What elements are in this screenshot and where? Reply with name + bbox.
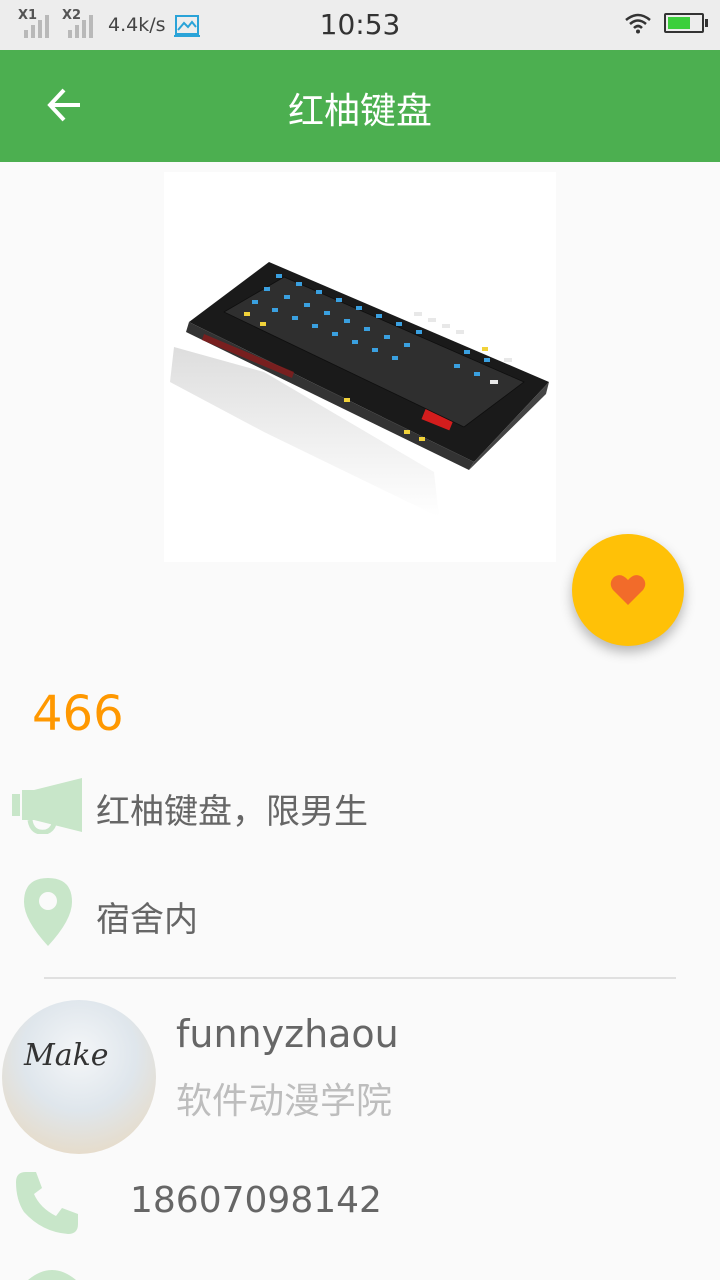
wifi-icon: [625, 13, 651, 34]
phone-icon[interactable]: [14, 1170, 80, 1236]
clock: 10:53: [319, 8, 401, 41]
favorite-button[interactable]: [572, 534, 684, 646]
screen: X1 X2 4.4k/s 10:53 红柚键盘 466 红柚键盘，限男生 宿舍内…: [0, 0, 720, 1280]
seller-username: funnyzhaou: [176, 1012, 399, 1056]
seller-phone[interactable]: 18607098142: [130, 1180, 382, 1221]
seller-school: 软件动漫学院: [176, 1081, 393, 1122]
product-image: [164, 172, 556, 562]
app-bar: 红柚键盘: [0, 50, 720, 162]
location-text: 宿舍内: [96, 900, 198, 940]
location-pin-icon: [24, 878, 72, 946]
heart-icon: [610, 575, 646, 605]
megaphone-icon: [12, 778, 82, 834]
battery-icon: [664, 13, 708, 33]
avatar-graphic: Make: [24, 1038, 109, 1073]
keyboard-illustration: [170, 262, 549, 517]
description-text: 红柚键盘，限男生: [96, 792, 368, 832]
divider: [44, 977, 676, 979]
avatar[interactable]: Make: [2, 1000, 156, 1154]
page-title: 红柚键盘: [287, 91, 432, 132]
status-right: [624, 12, 708, 34]
price-label: 466: [32, 686, 124, 742]
chat-icon: [28, 1270, 76, 1280]
status-bar: X1 X2 4.4k/s 10:53: [0, 0, 720, 50]
